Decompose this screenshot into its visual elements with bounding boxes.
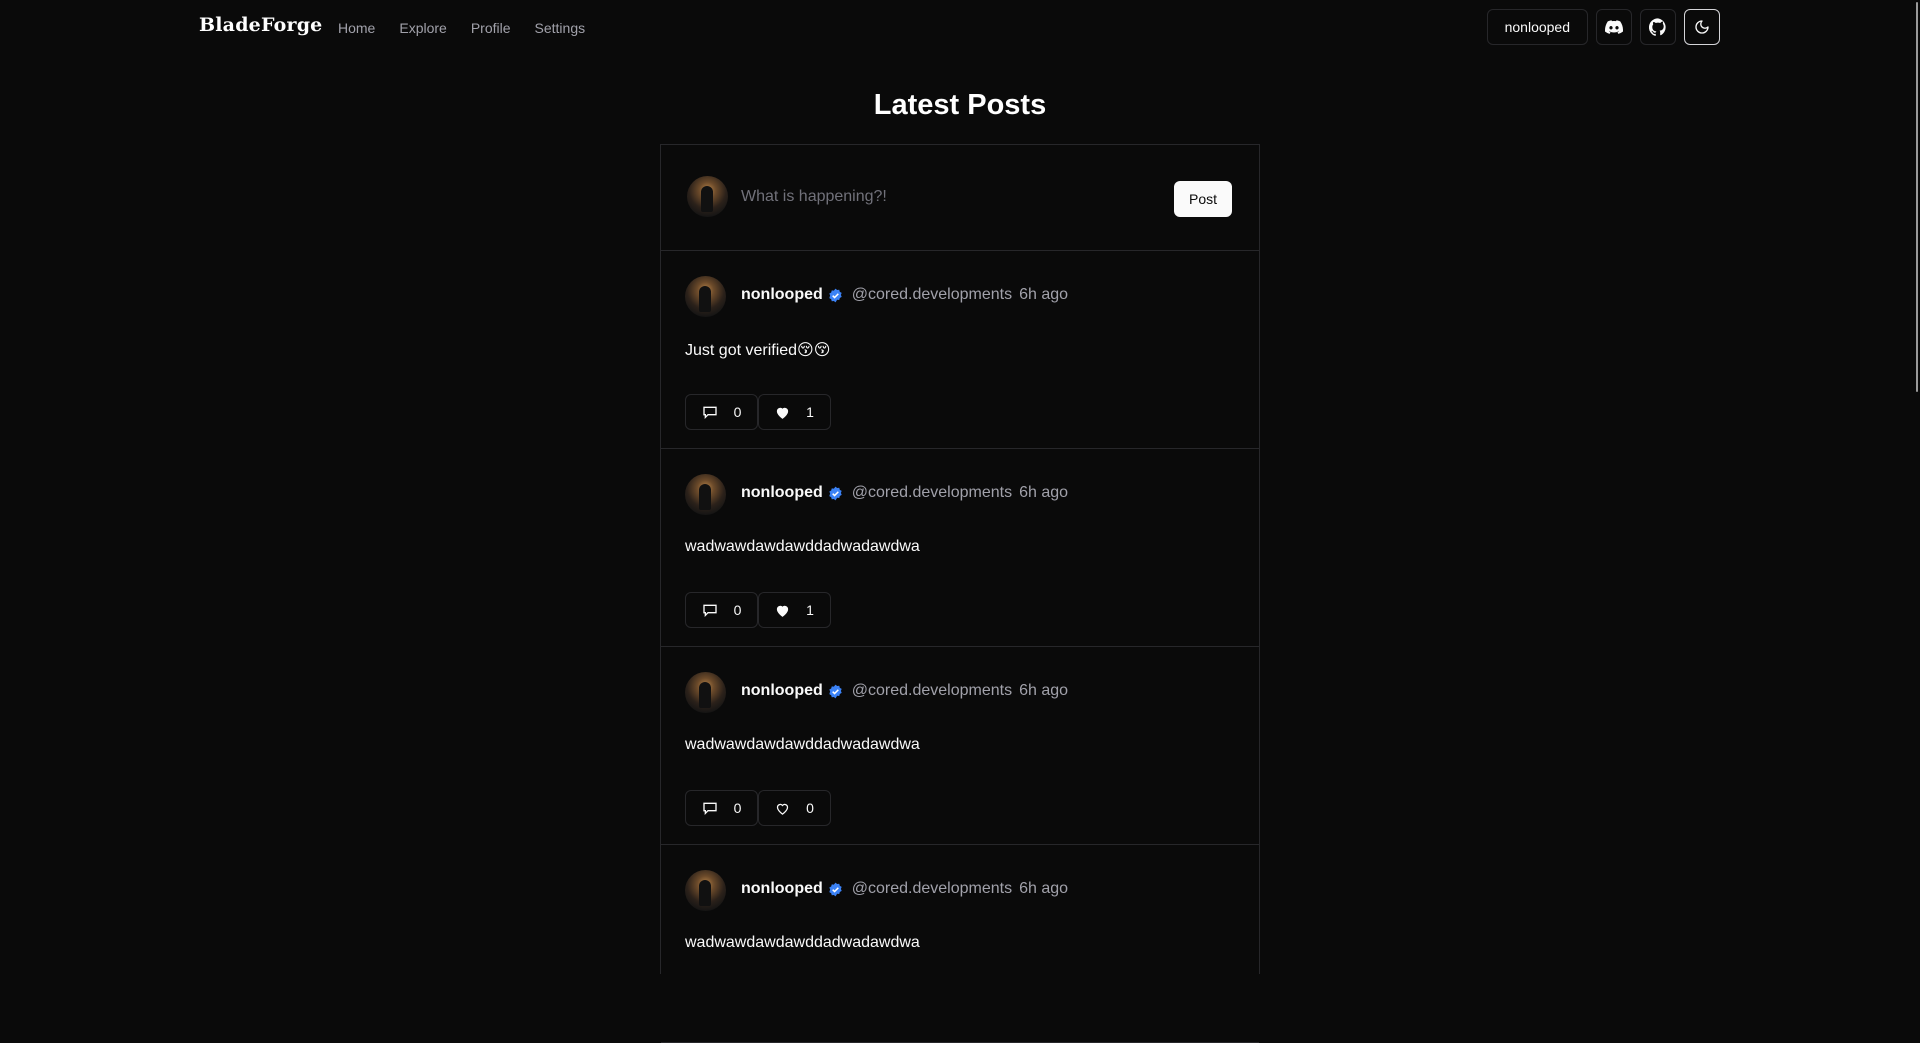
post-actions: 0 1 <box>685 592 831 628</box>
like-count: 1 <box>806 602 814 618</box>
post-content: Just got verified😚😚 <box>685 342 831 359</box>
heart-filled-icon <box>776 407 789 419</box>
github-icon <box>1649 18 1666 36</box>
author-name[interactable]: nonlooped <box>741 286 823 304</box>
comment-count: 0 <box>733 602 742 618</box>
post-header: nonlooped @cored.developments 6h ago <box>741 484 1068 502</box>
page-scrollbar[interactable] <box>1914 0 1920 946</box>
nav-settings[interactable]: Settings <box>535 20 586 36</box>
theme-toggle-button[interactable] <box>1684 9 1720 45</box>
nav-home[interactable]: Home <box>338 20 375 36</box>
brand-logo[interactable]: BladeForge <box>199 14 322 36</box>
post-timestamp: 6h ago <box>1019 286 1069 303</box>
author-name[interactable]: nonlooped <box>741 484 823 502</box>
post-header: nonlooped @cored.developments 6h ago <box>741 682 1068 700</box>
post-timestamp: 6h ago <box>1019 484 1069 501</box>
like-button[interactable]: 1 <box>758 394 831 430</box>
nav-explore[interactable]: Explore <box>399 20 446 36</box>
post-timestamp: 6h ago <box>1019 682 1069 699</box>
post-actions: 0 0 <box>685 790 831 826</box>
post-timestamp: 6h ago <box>1019 880 1069 897</box>
comment-icon <box>702 406 717 419</box>
avatar[interactable] <box>687 176 728 217</box>
avatar[interactable] <box>685 672 726 713</box>
verified-badge-icon <box>828 684 843 699</box>
nav-profile[interactable]: Profile <box>471 20 511 36</box>
like-button[interactable]: 1 <box>758 592 831 628</box>
author-handle[interactable]: @cored.developments <box>852 286 1012 304</box>
avatar[interactable] <box>685 276 726 317</box>
post-card: nonlooped @cored.developments 6h ago wad… <box>661 845 1259 1043</box>
post-card: nonlooped @cored.developments 6h ago wad… <box>661 449 1259 647</box>
post-card: nonlooped @cored.developments 6h ago wad… <box>661 647 1259 845</box>
header-actions: nonlooped <box>1486 9 1720 45</box>
post-content: wadwawdawdawddadwadawdwa <box>685 736 920 753</box>
author-name[interactable]: nonlooped <box>741 682 823 700</box>
post-actions: 0 1 <box>685 394 831 430</box>
post-header: nonlooped @cored.developments 6h ago <box>741 286 1068 304</box>
comment-button[interactable]: 0 <box>685 790 758 826</box>
discord-icon <box>1605 20 1623 34</box>
post-content: wadwawdawdawddadwadawdwa <box>685 934 920 951</box>
post-composer: Post <box>661 145 1259 251</box>
page-title: Latest Posts <box>873 89 1047 121</box>
verified-badge-icon <box>828 882 843 897</box>
post-button[interactable]: Post <box>1174 181 1232 217</box>
like-count: 1 <box>806 404 814 420</box>
author-handle[interactable]: @cored.developments <box>852 484 1012 502</box>
post-header: nonlooped @cored.developments 6h ago <box>741 880 1068 898</box>
author-handle[interactable]: @cored.developments <box>852 682 1012 700</box>
heart-outline-icon <box>776 803 789 815</box>
top-navbar: BladeForge Home Explore Profile Settings… <box>0 0 1914 55</box>
post-content: wadwawdawdawddadwadawdwa <box>685 538 920 555</box>
comment-count: 0 <box>733 404 742 420</box>
verified-badge-icon <box>828 486 843 501</box>
author-name[interactable]: nonlooped <box>741 880 823 898</box>
comment-icon <box>702 604 717 617</box>
github-button[interactable] <box>1640 9 1676 45</box>
scrollbar-thumb[interactable] <box>1916 2 1918 392</box>
post-input[interactable] <box>741 183 1141 211</box>
like-button[interactable]: 0 <box>758 790 831 826</box>
avatar[interactable] <box>685 870 726 911</box>
posts-feed: Post nonlooped @cored.developments 6h ag… <box>660 144 1260 1043</box>
comment-icon <box>702 802 717 815</box>
verified-badge-icon <box>828 288 843 303</box>
moon-icon <box>1695 20 1709 34</box>
comment-button[interactable]: 0 <box>685 592 758 628</box>
main-nav: Home Explore Profile Settings <box>338 20 609 36</box>
author-handle[interactable]: @cored.developments <box>852 880 1012 898</box>
comment-button[interactable]: 0 <box>685 394 758 430</box>
heart-filled-icon <box>776 605 789 617</box>
comment-count: 0 <box>733 800 742 816</box>
user-menu-button[interactable]: nonlooped <box>1486 9 1588 45</box>
post-card: nonlooped @cored.developments 6h ago Jus… <box>661 251 1259 449</box>
avatar[interactable] <box>685 474 726 515</box>
like-count: 0 <box>806 800 814 816</box>
discord-button[interactable] <box>1596 9 1632 45</box>
